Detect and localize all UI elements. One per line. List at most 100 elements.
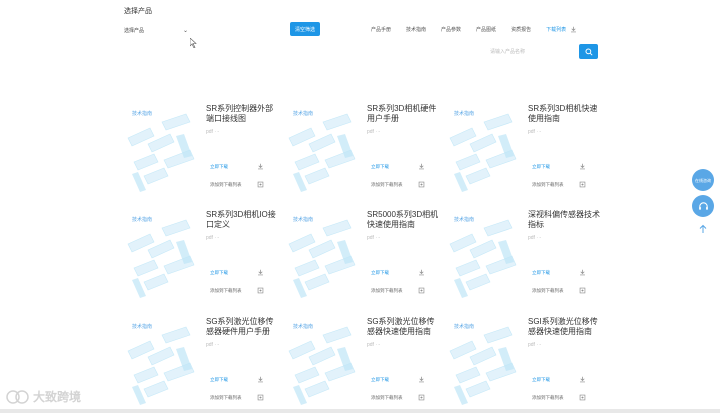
download-now-button[interactable]: 立即下载 bbox=[532, 376, 586, 383]
download-icon bbox=[580, 163, 585, 170]
document-title[interactable]: SG系列激光位移传感器硬件用户手册 bbox=[206, 317, 278, 337]
document-thumbnail[interactable]: 技术指南 bbox=[446, 210, 518, 302]
document-card[interactable]: 技术指南 SR系列3D相机IO接口定义 pdf · - 立即下载 添加到下载列表 bbox=[124, 210, 280, 302]
document-title[interactable]: SR系列3D相机硬件用户手册 bbox=[367, 104, 439, 124]
thumbnail-graphic bbox=[288, 113, 356, 192]
category-tabs: 产品手册 技术指南 产品参数 产品图纸 资质报告 下载列表 bbox=[371, 26, 577, 33]
add-to-list-label: 添加到下载列表 bbox=[210, 394, 242, 400]
document-meta: pdf · - bbox=[367, 342, 381, 348]
bottom-bar bbox=[0, 409, 720, 413]
tab-download-list-label: 下载列表 bbox=[546, 27, 567, 33]
thumbnail-graphic bbox=[127, 113, 195, 192]
thumbnail-graphic bbox=[288, 219, 356, 298]
add-to-list-button[interactable]: 添加到下载列表 bbox=[371, 287, 425, 294]
document-meta: pdf · - bbox=[528, 342, 542, 348]
download-now-label: 立即下载 bbox=[371, 163, 389, 169]
document-meta: pdf · - bbox=[206, 342, 220, 348]
document-thumbnail[interactable]: 技术指南 bbox=[285, 317, 357, 409]
add-to-list-label: 添加到下载列表 bbox=[371, 287, 403, 293]
download-now-button[interactable]: 立即下载 bbox=[371, 163, 425, 170]
document-card[interactable]: 技术指南 SR系列3D相机快速使用指南 pdf · - 立即下载 添加到下载列表 bbox=[446, 104, 602, 196]
tab-product-drawings[interactable]: 产品图纸 bbox=[476, 26, 496, 33]
document-thumbnail[interactable]: 技术指南 bbox=[124, 104, 196, 196]
search-input[interactable] bbox=[490, 45, 576, 59]
add-to-list-button[interactable]: 添加到下载列表 bbox=[371, 394, 425, 401]
document-tag: 技术指南 bbox=[132, 324, 153, 330]
tab-product-params[interactable]: 产品参数 bbox=[441, 26, 461, 33]
document-card[interactable]: 技术指南 SGI系列激光位移传感器快速使用指南 pdf · - 立即下载 添加到… bbox=[446, 317, 602, 409]
document-tag: 技术指南 bbox=[454, 324, 475, 330]
download-now-button[interactable]: 立即下载 bbox=[371, 269, 425, 276]
add-to-list-button[interactable]: 添加到下载列表 bbox=[210, 287, 264, 294]
document-title[interactable]: SR系列3D相机快速使用指南 bbox=[528, 104, 600, 124]
document-meta: pdf · - bbox=[206, 235, 220, 241]
product-select-value: 选择产品 bbox=[124, 27, 145, 34]
search-button[interactable] bbox=[579, 44, 598, 59]
document-card[interactable]: 技术指南 SG系列激光位移传感器快速使用指南 pdf · - 立即下载 添加到下… bbox=[285, 317, 441, 409]
mouse-cursor-icon bbox=[190, 38, 197, 48]
add-list-icon bbox=[418, 181, 425, 188]
tab-certification[interactable]: 资质报告 bbox=[511, 26, 531, 33]
back-to-top-icon[interactable] bbox=[698, 224, 708, 234]
tab-download-list[interactable]: 下载列表 bbox=[546, 26, 577, 33]
add-to-list-button[interactable]: 添加到下载列表 bbox=[532, 181, 586, 188]
download-now-label: 立即下载 bbox=[210, 269, 228, 275]
document-thumbnail[interactable]: 技术指南 bbox=[446, 104, 518, 196]
download-icon bbox=[258, 269, 263, 276]
document-tag: 技术指南 bbox=[293, 111, 314, 117]
document-thumbnail[interactable]: 技术指南 bbox=[285, 104, 357, 196]
document-thumbnail[interactable]: 技术指南 bbox=[124, 317, 196, 409]
download-now-button[interactable]: 立即下载 bbox=[210, 376, 264, 383]
download-now-label: 立即下载 bbox=[371, 269, 389, 275]
document-card[interactable]: 技术指南 SR系列3D相机硬件用户手册 pdf · - 立即下载 添加到下载列表 bbox=[285, 104, 441, 196]
document-title[interactable]: SG系列激光位移传感器快速使用指南 bbox=[367, 317, 439, 337]
document-tag: 技术指南 bbox=[132, 111, 153, 117]
document-card[interactable]: 技术指南 SR5000系列3D相机快速使用指南 pdf · - 立即下载 添加到… bbox=[285, 210, 441, 302]
download-now-button[interactable]: 立即下载 bbox=[210, 163, 264, 170]
clear-filter-button[interactable]: 清空筛选 bbox=[290, 22, 320, 36]
document-meta: pdf · - bbox=[367, 129, 381, 135]
document-tag: 技术指南 bbox=[293, 217, 314, 223]
thumbnail-graphic bbox=[449, 219, 517, 298]
online-consult-button[interactable]: 在线咨询 bbox=[692, 169, 714, 191]
document-title[interactable]: SR系列控制器外部端口接线图 bbox=[206, 104, 278, 124]
add-list-icon bbox=[257, 287, 264, 294]
document-thumbnail[interactable]: 技术指南 bbox=[124, 210, 196, 302]
document-card[interactable]: 技术指南 SG系列激光位移传感器硬件用户手册 pdf · - 立即下载 添加到下… bbox=[124, 317, 280, 409]
document-card[interactable]: 技术指南 深视科偏传感器技术指标 pdf · - 立即下载 添加到下载列表 bbox=[446, 210, 602, 302]
add-list-icon bbox=[418, 394, 425, 401]
document-title[interactable]: SR5000系列3D相机快速使用指南 bbox=[367, 210, 439, 230]
thumbnail-graphic bbox=[127, 326, 195, 405]
download-icon bbox=[580, 269, 585, 276]
watermark-text: 大致跨境 bbox=[33, 390, 82, 404]
download-now-label: 立即下载 bbox=[210, 163, 228, 169]
download-now-label: 立即下载 bbox=[532, 269, 550, 275]
document-thumbnail[interactable]: 技术指南 bbox=[285, 210, 357, 302]
add-to-list-button[interactable]: 添加到下载列表 bbox=[210, 181, 264, 188]
document-tag: 技术指南 bbox=[454, 111, 475, 117]
download-now-button[interactable]: 立即下载 bbox=[532, 269, 586, 276]
add-to-list-button[interactable]: 添加到下载列表 bbox=[371, 181, 425, 188]
download-now-button[interactable]: 立即下载 bbox=[532, 163, 586, 170]
download-now-button[interactable]: 立即下载 bbox=[210, 269, 264, 276]
download-icon bbox=[571, 26, 577, 33]
document-title[interactable]: SGI系列激光位移传感器快速使用指南 bbox=[528, 317, 600, 337]
download-now-button[interactable]: 立即下载 bbox=[371, 376, 425, 383]
add-to-list-button[interactable]: 添加到下载列表 bbox=[532, 394, 586, 401]
tab-product-manual[interactable]: 产品手册 bbox=[371, 26, 391, 33]
add-to-list-button[interactable]: 添加到下载列表 bbox=[210, 394, 264, 401]
watermark: 大致跨境 bbox=[6, 388, 81, 405]
document-title[interactable]: SR系列3D相机IO接口定义 bbox=[206, 210, 278, 230]
document-thumbnail[interactable]: 技术指南 bbox=[446, 317, 518, 409]
download-icon bbox=[419, 376, 424, 383]
product-select[interactable]: 选择产品 ⌄ bbox=[124, 24, 188, 36]
document-title[interactable]: 深视科偏传感器技术指标 bbox=[528, 210, 600, 230]
headset-button[interactable] bbox=[692, 195, 714, 217]
document-card[interactable]: 技术指南 SR系列控制器外部端口接线图 pdf · - 立即下载 添加到下载列表 bbox=[124, 104, 280, 196]
add-to-list-button[interactable]: 添加到下载列表 bbox=[532, 287, 586, 294]
tab-technical-guide[interactable]: 技术指南 bbox=[406, 26, 426, 33]
add-list-icon bbox=[257, 181, 264, 188]
document-tag: 技术指南 bbox=[293, 324, 314, 330]
document-tag: 技术指南 bbox=[454, 217, 475, 223]
add-to-list-label: 添加到下载列表 bbox=[210, 181, 242, 187]
